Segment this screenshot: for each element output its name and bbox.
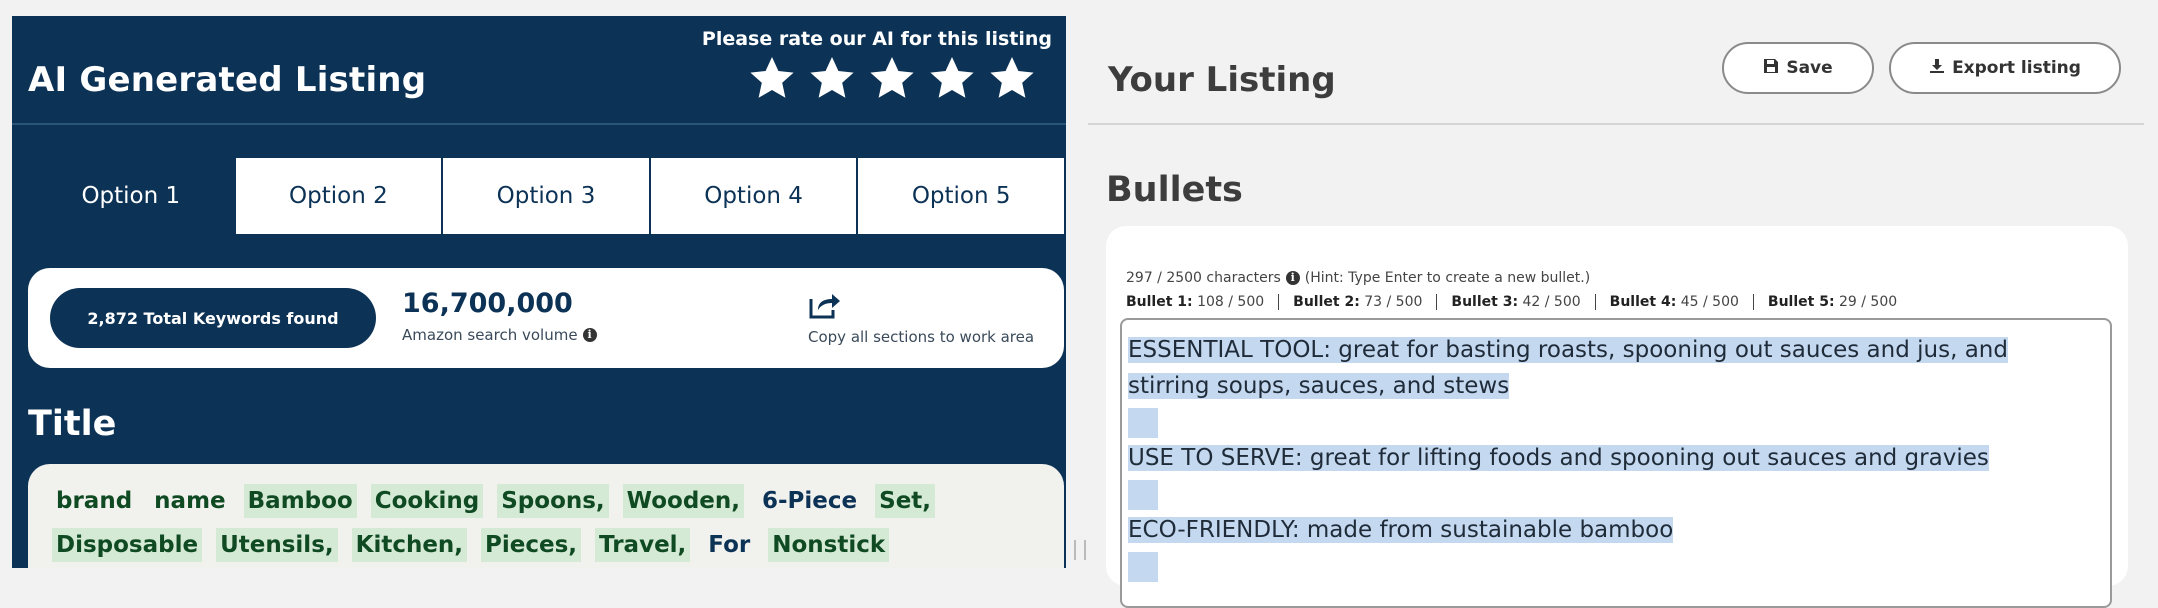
star-icon[interactable] bbox=[868, 54, 916, 102]
bullets-section-heading: Bullets bbox=[1106, 170, 1243, 210]
tab-option-2[interactable]: Option 2 bbox=[235, 158, 444, 234]
divider bbox=[12, 123, 1066, 125]
star-icon[interactable] bbox=[928, 54, 976, 102]
search-volume-value: 16,700,000 bbox=[402, 288, 573, 319]
tab-option-1[interactable]: Option 1 bbox=[28, 158, 236, 234]
total-keywords-badge[interactable]: 2,872 Total Keywords found bbox=[50, 288, 376, 348]
title-word: Disposable bbox=[52, 528, 203, 562]
rating-prompt: Please rate our AI for this listing bbox=[701, 28, 1052, 50]
bullet-count: Bullet 4: 45 / 500 bbox=[1594, 294, 1753, 310]
title-word: For bbox=[708, 532, 751, 558]
save-icon bbox=[1763, 58, 1779, 79]
info-icon[interactable]: i bbox=[582, 328, 597, 342]
character-count-text: 297 / 2500 characters bbox=[1126, 270, 1281, 286]
keywords-card: 2,872 Total Keywords found 16,700,000 Am… bbox=[28, 268, 1064, 368]
title-word: Nonstick bbox=[768, 528, 890, 562]
title-word: brand bbox=[56, 488, 133, 514]
bullets-editor-textarea[interactable]: ESSENTIAL TOOL: great for basting roasts… bbox=[1120, 318, 2112, 608]
panel-resize-handle[interactable] bbox=[1074, 540, 1086, 560]
editor-line: stirring soups, sauces, and stews bbox=[1128, 368, 2104, 404]
editor-line: USE TO SERVE: great for lifting foods an… bbox=[1128, 440, 2104, 476]
bullet-count: Bullet 2: 73 / 500 bbox=[1278, 294, 1436, 310]
editor-line bbox=[1128, 548, 2104, 584]
title-word: Pieces, bbox=[481, 528, 582, 562]
divider bbox=[1088, 123, 2144, 125]
rating-stars bbox=[748, 54, 1036, 102]
ai-generated-listing-panel: AI Generated Listing Please rate our AI … bbox=[12, 16, 1066, 568]
title-word: Set, bbox=[875, 484, 936, 518]
title-word: 6-Piece bbox=[762, 488, 858, 514]
title-word: Kitchen, bbox=[351, 528, 468, 562]
bullets-card: 297 / 2500 characters i (Hint: Type Ente… bbox=[1106, 226, 2128, 608]
hint-text: (Hint: Type Enter to create a new bullet… bbox=[1304, 270, 1591, 286]
editor-line bbox=[1128, 404, 2104, 440]
title-word: Cooking bbox=[370, 484, 484, 518]
info-icon[interactable]: i bbox=[1285, 271, 1300, 285]
bullet-character-counts: Bullet 1: 108 / 500 Bullet 2: 73 / 500 B… bbox=[1126, 294, 1911, 310]
star-icon[interactable] bbox=[988, 54, 1036, 102]
share-icon[interactable] bbox=[808, 290, 842, 320]
download-icon bbox=[1929, 58, 1945, 79]
title-text[interactable]: brand name Bamboo Cooking Spoons, Wooden, 6-Pi… bbox=[52, 484, 1037, 568]
tab-option-3[interactable]: Option 3 bbox=[443, 158, 651, 234]
title-word: Spoons, bbox=[497, 484, 609, 518]
search-volume-label-text: Amazon search volume bbox=[402, 326, 578, 344]
selected-text bbox=[1128, 479, 1158, 510]
selected-text bbox=[1128, 407, 1158, 438]
tab-option-5[interactable]: Option 5 bbox=[858, 158, 1064, 234]
export-label: Export listing bbox=[1952, 58, 2081, 78]
selected-text: USE TO SERVE: great for lifting foods an… bbox=[1128, 445, 1989, 471]
selected-text: ECO-FRIENDLY: made from sustainable bamb… bbox=[1128, 517, 1674, 543]
selected-text: ESSENTIAL TOOL: great for basting roasts… bbox=[1128, 337, 2008, 363]
editor-line: ECO-FRIENDLY: made from sustainable bamb… bbox=[1128, 512, 2104, 548]
star-icon[interactable] bbox=[808, 54, 856, 102]
title-card: brand name Bamboo Cooking Spoons, Wooden, 6-Pi… bbox=[28, 464, 1064, 568]
title-section-heading: Title bbox=[28, 404, 117, 444]
search-volume-label: Amazon search volume i bbox=[402, 326, 597, 344]
title-word: Bamboo bbox=[243, 484, 357, 518]
title-word: name bbox=[154, 488, 226, 514]
title-word: Travel, bbox=[595, 528, 691, 562]
export-listing-button[interactable]: Export listing bbox=[1889, 42, 2121, 94]
selected-text: stirring soups, sauces, and stews bbox=[1128, 373, 1510, 399]
editor-line: ESSENTIAL TOOL: great for basting roasts… bbox=[1128, 332, 2104, 368]
title-word: Utensils, bbox=[216, 528, 338, 562]
tab-option-4[interactable]: Option 4 bbox=[650, 158, 859, 234]
panel-title: AI Generated Listing bbox=[28, 60, 427, 100]
panel-title: Your Listing bbox=[1108, 60, 1336, 100]
title-word: Wooden, bbox=[622, 484, 744, 518]
copy-all-sections-link[interactable]: Copy all sections to work area bbox=[808, 328, 1034, 346]
save-button[interactable]: Save bbox=[1722, 42, 1874, 94]
save-label: Save bbox=[1786, 58, 1833, 78]
star-icon[interactable] bbox=[748, 54, 796, 102]
bullet-count: Bullet 1: 108 / 500 bbox=[1126, 294, 1265, 310]
option-tabs: Option 1 Option 2 Option 3 Option 4 Opti… bbox=[28, 158, 1064, 234]
selected-text bbox=[1128, 551, 1158, 582]
character-count: 297 / 2500 characters i (Hint: Type Ente… bbox=[1126, 270, 1590, 286]
bullet-count: Bullet 3: 42 / 500 bbox=[1436, 294, 1594, 310]
bullet-count: Bullet 5: 29 / 500 bbox=[1752, 294, 1911, 310]
your-listing-panel: Your Listing Save Export listing Bullets… bbox=[1088, 16, 2158, 608]
editor-line bbox=[1128, 476, 2104, 512]
